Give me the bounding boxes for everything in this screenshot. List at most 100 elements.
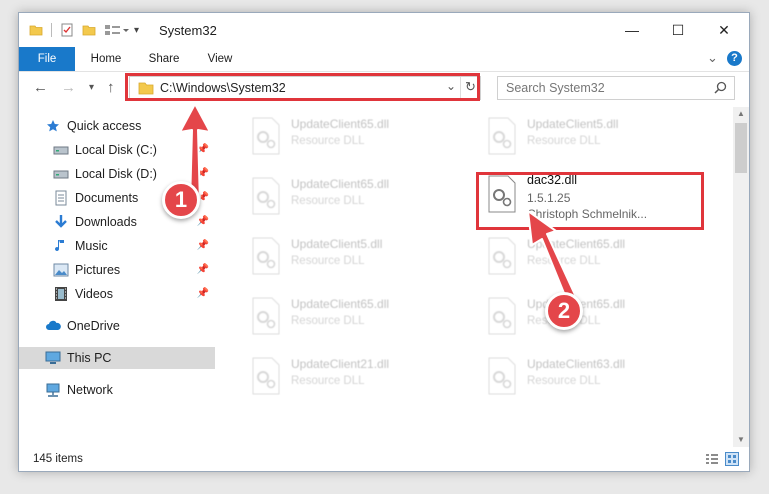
customize-toolbar-icon[interactable] [104, 23, 130, 37]
nav-label: OneDrive [67, 319, 120, 333]
properties-icon[interactable] [60, 23, 74, 37]
network-icon [45, 382, 61, 398]
highlight-dac32-file [476, 172, 704, 230]
nav-label: Quick access [67, 119, 142, 133]
list-item[interactable]: UpdateClient65.dll Resource DLL [245, 173, 475, 227]
nav-label: Pictures [75, 263, 121, 277]
back-arrow-icon[interactable]: ← [33, 79, 48, 96]
scroll-down-icon[interactable]: ▼ [737, 435, 745, 444]
cloud-icon [45, 318, 61, 334]
file-type: Resource DLL [291, 135, 365, 147]
pin-icon: 📌 [196, 288, 209, 299]
dll-file-icon [252, 357, 280, 395]
file-name: UpdateClient65.dll [291, 117, 390, 131]
dll-file-icon [252, 177, 280, 215]
file-type: Resource DLL [527, 135, 601, 147]
file-name: UpdateClient63.dll [527, 357, 626, 371]
step-2-badge: 2 [545, 292, 583, 330]
file-name: UpdateClient5.dll [291, 237, 383, 251]
file-name: UpdateClient65.dll [291, 177, 390, 191]
file-type: Resource DLL [527, 375, 601, 387]
list-item[interactable]: UpdateClient63.dll Resource DLL [481, 353, 711, 407]
scroll-up-icon[interactable]: ▲ [737, 109, 745, 118]
nav-label: Videos [75, 287, 113, 301]
step-1-badge: 1 [162, 181, 200, 219]
nav-label: Music [75, 239, 108, 253]
pin-icon: 📌 [196, 240, 209, 251]
expand-ribbon-icon[interactable]: ⌄ [707, 50, 718, 66]
forward-arrow-icon[interactable]: → [61, 79, 76, 96]
recent-locations-icon[interactable]: ▾ [89, 82, 94, 93]
dll-file-icon [488, 297, 516, 335]
dll-file-icon [252, 237, 280, 275]
nav-label: Local Disk (C:) [75, 143, 157, 157]
divider [51, 23, 52, 37]
scrollbar-thumb[interactable] [735, 123, 747, 173]
ribbon: File Home Share View ⌄ ? [19, 47, 749, 72]
nav-item-onedrive[interactable]: OneDrive [19, 315, 215, 337]
nav-item-music[interactable]: Music 📌 [19, 235, 215, 257]
minimize-button[interactable]: — [609, 17, 655, 43]
list-item[interactable]: UpdateClient65.dll Resource DLL [481, 293, 711, 347]
file-name: UpdateClient21.dll [291, 357, 390, 371]
tab-file[interactable]: File [19, 47, 75, 71]
status-bar: 145 items [19, 447, 749, 471]
list-item[interactable]: UpdateClient21.dll Resource DLL [245, 353, 475, 407]
nav-item-this-pc[interactable]: This PC [19, 347, 215, 369]
dll-file-icon [252, 297, 280, 335]
details-view-icon[interactable] [705, 453, 719, 465]
tab-home[interactable]: Home [81, 47, 131, 71]
nav-item-videos[interactable]: Videos 📌 [19, 283, 215, 305]
pin-icon: 📌 [196, 216, 209, 227]
file-list: UpdateClient65.dll Resource DLL UpdateCl… [219, 107, 733, 447]
close-button[interactable]: ✕ [701, 17, 747, 43]
file-type: Resource DLL [291, 195, 365, 207]
pictures-icon [53, 262, 69, 278]
computer-icon [45, 350, 61, 366]
file-name: UpdateClient65.dll [291, 297, 390, 311]
item-count: 145 items [33, 453, 83, 465]
title-bar: ▾ System32 — ☐ ✕ [19, 13, 749, 47]
folder-icon[interactable] [29, 23, 43, 37]
quick-access-toolbar: ▾ [29, 21, 139, 39]
nav-label: Local Disk (D:) [75, 167, 157, 181]
list-item[interactable]: UpdateClient65.dll Resource DLL [481, 233, 711, 287]
window-title: System32 [159, 23, 217, 38]
dll-file-icon [488, 237, 516, 275]
pin-icon: 📌 [196, 264, 209, 275]
nav-item-pictures[interactable]: Pictures 📌 [19, 259, 215, 281]
file-name: UpdateClient5.dll [527, 117, 619, 131]
list-item[interactable]: UpdateClient5.dll Resource DLL [245, 233, 475, 287]
music-icon [53, 238, 69, 254]
download-icon [53, 214, 69, 230]
highlight-address-bar [125, 73, 480, 101]
tiles-view-icon[interactable] [725, 452, 739, 466]
drive-icon [53, 166, 69, 182]
help-icon[interactable]: ? [727, 51, 742, 66]
list-item[interactable]: UpdateClient65.dll Resource DLL [245, 113, 475, 167]
arrow-to-dac32-file [527, 210, 577, 304]
nav-label: Downloads [75, 215, 137, 229]
list-item[interactable]: UpdateClient5.dll Resource DLL [481, 113, 711, 167]
tab-view[interactable]: View [195, 47, 245, 71]
nav-label: Network [67, 383, 113, 397]
search-box[interactable]: Search System32 [497, 76, 735, 100]
vertical-scrollbar[interactable]: ▲ ▼ [733, 107, 749, 447]
star-icon [45, 118, 61, 134]
dll-file-icon [252, 117, 280, 155]
dropdown-arrow-icon[interactable]: ▾ [134, 25, 139, 36]
maximize-button[interactable]: ☐ [655, 17, 701, 43]
file-type: Resource DLL [291, 375, 365, 387]
tab-share[interactable]: Share [139, 47, 189, 71]
up-arrow-icon[interactable]: ↑ [107, 79, 115, 96]
nav-label: Documents [75, 191, 139, 205]
dll-file-icon [488, 357, 516, 395]
list-item[interactable]: UpdateClient65.dll Resource DLL [245, 293, 475, 347]
search-icon[interactable] [714, 81, 727, 94]
drive-icon [53, 142, 69, 158]
new-folder-icon[interactable] [82, 23, 96, 37]
nav-label: This PC [67, 351, 112, 365]
documents-icon [53, 190, 69, 206]
nav-item-network[interactable]: Network [19, 379, 215, 401]
search-input[interactable]: Search System32 [506, 81, 605, 95]
